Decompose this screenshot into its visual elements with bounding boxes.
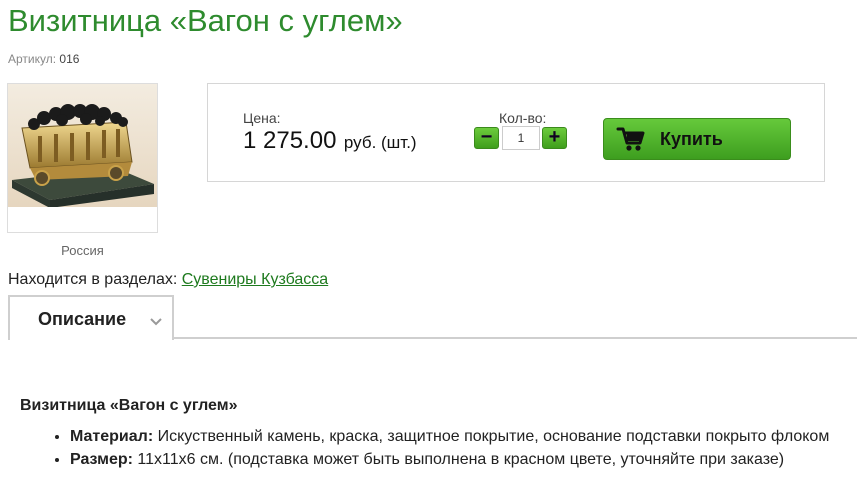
property-value: 11x11x6 см. (подставка может быть выполн… bbox=[137, 451, 785, 468]
quantity-increase-button[interactable]: + bbox=[542, 127, 567, 149]
product-title: Визитница «Вагон с углем» bbox=[8, 3, 403, 38]
property-value: Искуственный камень, краска, защитное по… bbox=[157, 428, 830, 445]
tab-description-label: Описание bbox=[38, 309, 127, 329]
product-image[interactable] bbox=[7, 83, 158, 233]
buy-box: Цена: 1 275.00 руб. (шт.) Кол-во: − + Ку… bbox=[207, 83, 825, 182]
category-link[interactable]: Сувениры Кузбасса bbox=[182, 271, 328, 288]
buy-button[interactable]: Купить bbox=[603, 118, 791, 160]
list-item: Материал: Искуственный камень, краска, з… bbox=[70, 427, 855, 446]
product-photo-illustration bbox=[8, 84, 157, 232]
tab-description[interactable]: Описание bbox=[8, 295, 174, 340]
sku-label: Артикул: bbox=[8, 52, 57, 66]
sku: Артикул: 016 bbox=[8, 52, 79, 66]
sections-label: Находится в разделах: bbox=[8, 271, 178, 288]
property-key: Материал: bbox=[70, 428, 154, 445]
price: 1 275.00 руб. (шт.) bbox=[243, 127, 417, 155]
property-key: Размер: bbox=[70, 451, 133, 468]
price-label: Цена: bbox=[243, 110, 281, 126]
quantity-input[interactable] bbox=[502, 126, 540, 150]
description-list: Материал: Искуственный камень, краска, з… bbox=[20, 427, 855, 473]
price-currency: руб. (шт.) bbox=[343, 133, 417, 152]
price-amount: 1 275.00 bbox=[243, 127, 337, 154]
list-item: Размер: 11x11x6 см. (подставка может быт… bbox=[70, 450, 855, 469]
chevron-down-icon bbox=[150, 313, 162, 331]
buy-button-label: Купить bbox=[660, 129, 723, 149]
product-country: Россия bbox=[61, 243, 104, 258]
cart-icon bbox=[616, 125, 646, 158]
sku-value: 016 bbox=[59, 52, 80, 66]
category-breadcrumb: Находится в разделах: Сувениры Кузбасса bbox=[8, 271, 328, 289]
quantity-decrease-button[interactable]: − bbox=[474, 127, 499, 149]
description-title: Визитница «Вагон с углем» bbox=[20, 397, 238, 414]
quantity-label: Кол-во: bbox=[499, 110, 547, 126]
